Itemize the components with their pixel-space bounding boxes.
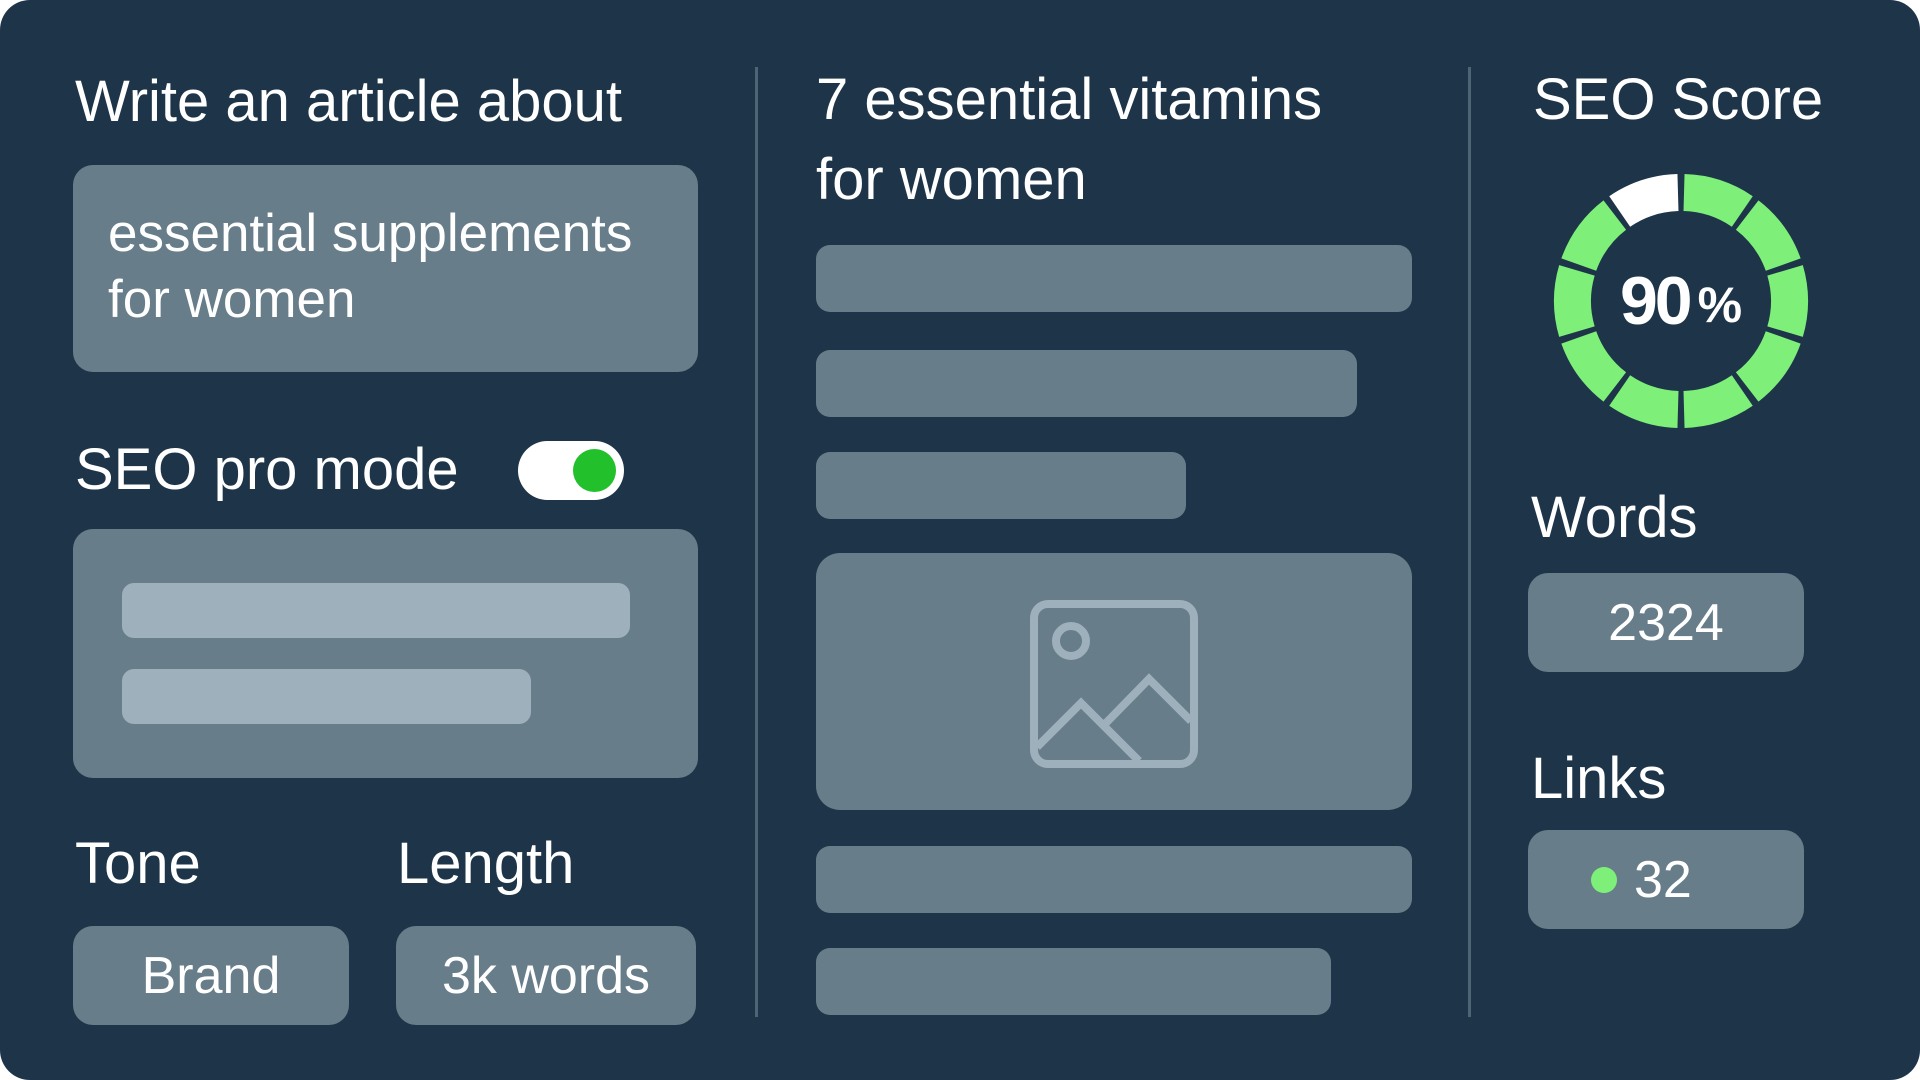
seo-score-label: SEO Score — [1533, 67, 1824, 132]
tone-label: Tone — [75, 831, 201, 896]
content-line-placeholder — [816, 948, 1331, 1015]
seo-pro-mode-label: SEO pro mode — [75, 437, 459, 502]
content-line-placeholder — [816, 846, 1412, 913]
links-count: 32 — [1634, 851, 1692, 909]
content-line-placeholder — [816, 350, 1357, 417]
words-label: Words — [1531, 485, 1698, 550]
article-title-line2: for women — [816, 147, 1087, 212]
placeholder-bar — [122, 583, 630, 638]
image-placeholder-icon — [1030, 600, 1198, 768]
links-label: Links — [1531, 746, 1667, 811]
links-count-box: 32 — [1528, 830, 1804, 929]
length-select[interactable]: 3k words — [396, 926, 696, 1025]
topic-input[interactable]: essential supplements for women — [73, 165, 698, 372]
seo-pro-mode-toggle[interactable] — [518, 441, 624, 500]
seo-score-readout: 90 % — [1551, 171, 1811, 431]
content-line-placeholder — [816, 245, 1412, 312]
article-title: 7 essential vitamins for women — [816, 60, 1322, 220]
content-line-placeholder — [816, 452, 1186, 519]
seo-score-unit: % — [1697, 277, 1743, 333]
placeholder-bar — [122, 669, 531, 724]
article-title-line1: 7 essential vitamins — [816, 67, 1323, 132]
app-panel: Write an article about essential supplem… — [0, 0, 1920, 1080]
tone-select[interactable]: Brand — [73, 926, 349, 1025]
article-prompt-title: Write an article about — [75, 69, 622, 134]
seo-score-value: 90 — [1619, 263, 1693, 339]
links-status-dot-icon — [1591, 867, 1617, 893]
words-count: 2324 — [1528, 573, 1804, 672]
column-divider — [1468, 67, 1471, 1017]
seo-options-panel — [73, 529, 698, 778]
topic-text-line1: essential supplements — [108, 204, 633, 263]
length-label: Length — [397, 831, 575, 896]
image-placeholder — [816, 553, 1412, 810]
column-divider — [755, 67, 758, 1017]
toggle-knob — [573, 449, 616, 492]
topic-text-line2: for women — [108, 270, 356, 329]
